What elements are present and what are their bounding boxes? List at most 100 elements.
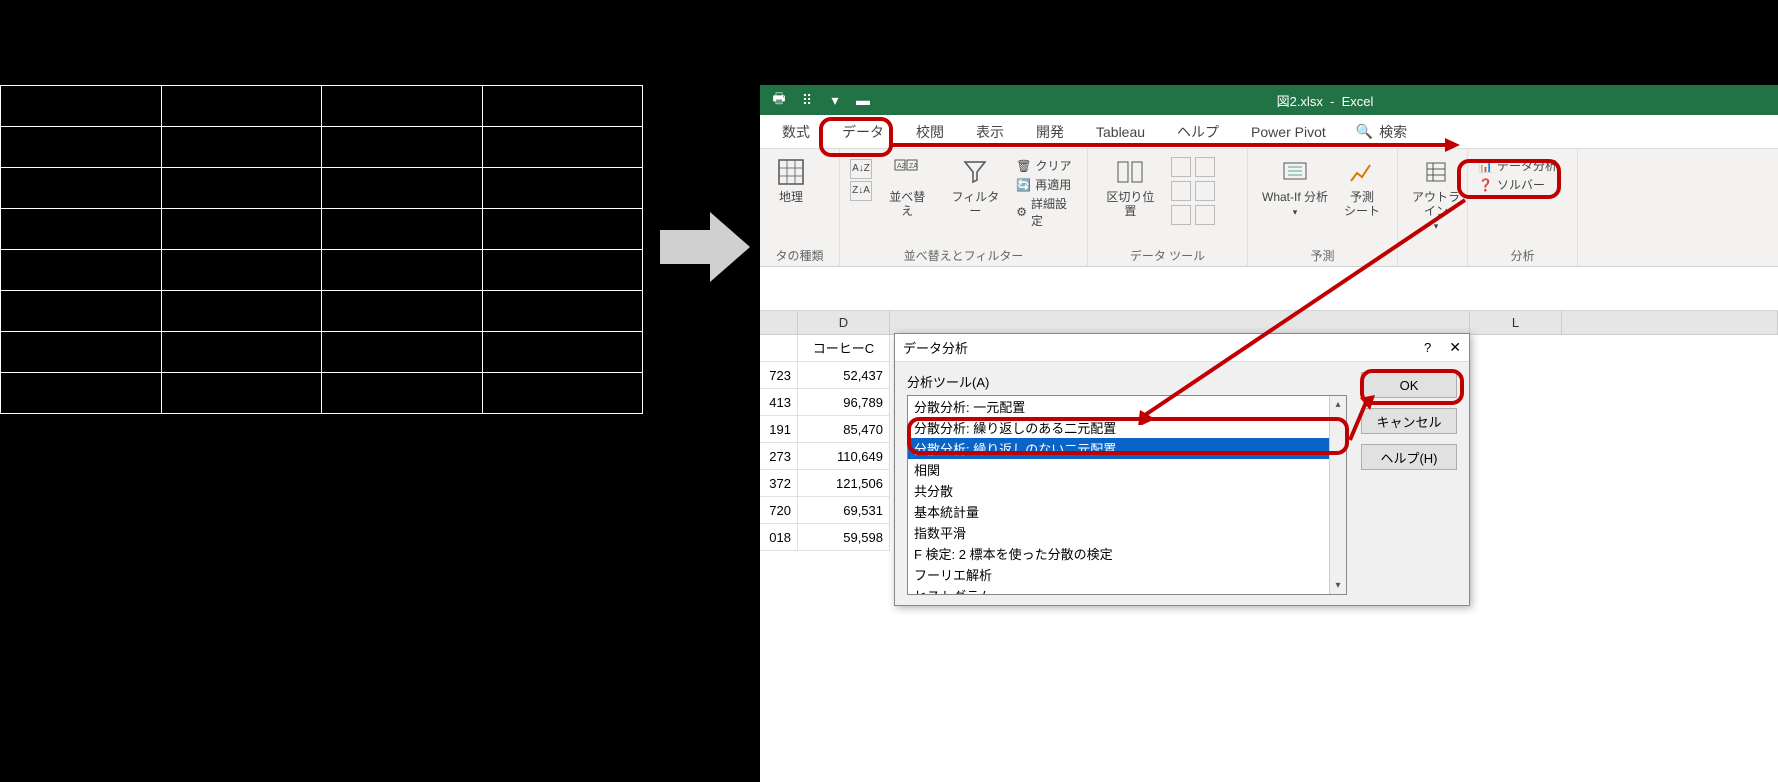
cell-d[interactable]: 121,506 (798, 470, 890, 497)
solver-icon: ❓ (1478, 178, 1493, 192)
text-to-columns-icon (1113, 155, 1147, 189)
forecast-sheet-button[interactable]: 予測 シート (1340, 153, 1384, 221)
tab-developer[interactable]: 開発 (1034, 116, 1066, 148)
cell-c[interactable]: 372 (760, 470, 798, 497)
group-label-sortfilter: 並べ替えとフィルター (850, 245, 1077, 264)
tab-help[interactable]: ヘルプ (1175, 116, 1221, 148)
formula-bar-area (760, 267, 1778, 311)
arrow-right-icon (660, 212, 750, 282)
listbox-scrollbar[interactable]: ▴ ▾ (1329, 396, 1346, 594)
cancel-button[interactable]: キャンセル (1361, 408, 1457, 434)
left-empty-table (0, 85, 643, 414)
help-button[interactable]: ヘルプ(H) (1361, 444, 1457, 470)
list-item[interactable]: 指数平滑 (908, 522, 1346, 543)
remove-dup-button[interactable] (1195, 157, 1215, 177)
list-item-selected[interactable]: 分散分析: 繰り返しのない二元配置 (908, 438, 1346, 459)
group-label-analysis: 分析 (1478, 245, 1567, 264)
geography-icon (774, 155, 808, 189)
tab-data[interactable]: データ (840, 116, 886, 148)
list-item[interactable]: フーリエ解析 (908, 564, 1346, 585)
scroll-down-icon[interactable]: ▾ (1330, 577, 1346, 594)
cell-c[interactable]: 413 (760, 389, 798, 416)
chevron-down-icon: ▾ (1293, 207, 1298, 218)
data-validation-button[interactable] (1171, 181, 1191, 201)
qat-separator: ▬ (854, 91, 872, 109)
cell-d[interactable]: 85,470 (798, 416, 890, 443)
list-item[interactable]: 分散分析: 繰り返しのある二元配置 (908, 417, 1346, 438)
list-item[interactable]: 分散分析: 一元配置 (908, 396, 1346, 417)
consolidate-button[interactable] (1195, 181, 1215, 201)
tab-powerpivot[interactable]: Power Pivot (1249, 118, 1328, 146)
forecast-icon (1345, 155, 1379, 189)
grid[interactable]: コーヒーC 72352,437 41396,789 19185,470 2731… (760, 335, 890, 551)
advanced-icon: ⚙ (1016, 205, 1027, 219)
tab-view[interactable]: 表示 (974, 116, 1006, 148)
svg-text:ZA: ZA (909, 163, 918, 170)
header-coffee-c[interactable]: コーヒーC (798, 335, 890, 362)
svg-text:AZ: AZ (897, 163, 907, 170)
list-item[interactable]: 共分散 (908, 480, 1346, 501)
geography-button[interactable]: 地理 (770, 153, 812, 207)
data-analysis-icon: 📊 (1478, 159, 1493, 173)
column-headers: D L (760, 311, 1778, 335)
ribbon-tabs: 数式 データ 校閲 表示 開発 Tableau ヘルプ Power Pivot … (760, 115, 1778, 149)
worksheet[interactable]: D L コーヒーC 72352,437 41396,789 19185,470 … (760, 311, 1778, 782)
col-header-D[interactable]: D (798, 311, 890, 335)
scroll-up-icon[interactable]: ▴ (1330, 396, 1346, 413)
cell-c[interactable]: 273 (760, 443, 798, 470)
qat-dropdown-icon[interactable]: ▾ (826, 91, 844, 109)
solver-button[interactable]: ❓ソルバー (1478, 176, 1557, 193)
cell-c[interactable]: 723 (760, 362, 798, 389)
search-box[interactable]: 🔍 検索 (1356, 122, 1407, 142)
dialog-help-icon[interactable]: ? (1424, 340, 1431, 355)
filter-button[interactable]: フィルター (942, 153, 1008, 221)
clear-icon: 🗑 (1016, 159, 1031, 173)
tab-tableau[interactable]: Tableau (1094, 118, 1147, 146)
outline-button[interactable]: アウトラ イン ▾ (1408, 153, 1464, 234)
cell-d[interactable]: 110,649 (798, 443, 890, 470)
tab-review[interactable]: 校閲 (914, 116, 946, 148)
cell-d[interactable]: 52,437 (798, 362, 890, 389)
outline-icon (1419, 155, 1453, 189)
dialog-close-button[interactable]: ✕ (1449, 339, 1461, 356)
relationships-button[interactable] (1171, 205, 1191, 225)
qat-print-icon[interactable]: 🖶 (770, 91, 788, 109)
list-item[interactable]: ヒストグラム (908, 585, 1346, 595)
excel-window: 🖶 ⠿ ▾ ▬ 図2.xlsx - Excel 数式 データ 校閲 表示 開発 … (760, 85, 1778, 782)
group-label-datatypes: タの種類 (770, 245, 829, 264)
analysis-tools-listbox[interactable]: 分散分析: 一元配置 分散分析: 繰り返しのある二元配置 分散分析: 繰り返しの… (907, 395, 1347, 595)
ok-button[interactable]: OK (1361, 372, 1457, 398)
whatif-button[interactable]: What-If 分析 ▾ (1258, 153, 1332, 220)
list-item[interactable]: F 検定: 2 標本を使った分散の検定 (908, 543, 1346, 564)
flash-fill-button[interactable] (1171, 157, 1191, 177)
titlebar: 🖶 ⠿ ▾ ▬ 図2.xlsx - Excel (760, 85, 1778, 115)
chevron-down-icon: ▾ (1434, 221, 1439, 232)
window-title: 図2.xlsx - Excel (872, 91, 1778, 110)
sort-desc-button[interactable]: Z↓A (850, 181, 872, 201)
cell-d[interactable]: 69,531 (798, 497, 890, 524)
search-icon: 🔍 (1356, 123, 1373, 140)
tab-formula[interactable]: 数式 (780, 116, 812, 148)
sort-button[interactable]: AZZA 並べ替え (880, 153, 934, 221)
analysis-tools-label: 分析ツール(A) (907, 372, 1347, 391)
text-to-columns-button[interactable]: 区切り位置 (1098, 153, 1163, 221)
filter-clear-button[interactable]: 🗑クリア (1016, 157, 1077, 174)
data-model-button[interactable] (1195, 205, 1215, 225)
col-header-L[interactable]: L (1470, 311, 1562, 335)
data-analysis-button[interactable]: 📊データ分析 (1478, 157, 1557, 174)
cell-d[interactable]: 59,598 (798, 524, 890, 551)
cell-c[interactable]: 018 (760, 524, 798, 551)
filter-advanced-button[interactable]: ⚙詳細設定 (1016, 195, 1077, 229)
cell-c[interactable]: 720 (760, 497, 798, 524)
cell-d[interactable]: 96,789 (798, 389, 890, 416)
data-analysis-dialog: データ分析 ? ✕ 分析ツール(A) 分散分析: 一元配置 分散分析: 繰り返し… (894, 333, 1470, 606)
group-label-datatools: データ ツール (1098, 245, 1237, 264)
cell-c[interactable]: 191 (760, 416, 798, 443)
dialog-titlebar: データ分析 ? ✕ (895, 334, 1469, 362)
list-item[interactable]: 基本統計量 (908, 501, 1346, 522)
filter-reapply-button[interactable]: 🔄再適用 (1016, 176, 1077, 193)
list-item[interactable]: 相関 (908, 459, 1346, 480)
qat-touch-icon[interactable]: ⠿ (798, 91, 816, 109)
sort-asc-button[interactable]: A↓Z (850, 159, 872, 179)
group-label-forecast: 予測 (1258, 245, 1387, 264)
